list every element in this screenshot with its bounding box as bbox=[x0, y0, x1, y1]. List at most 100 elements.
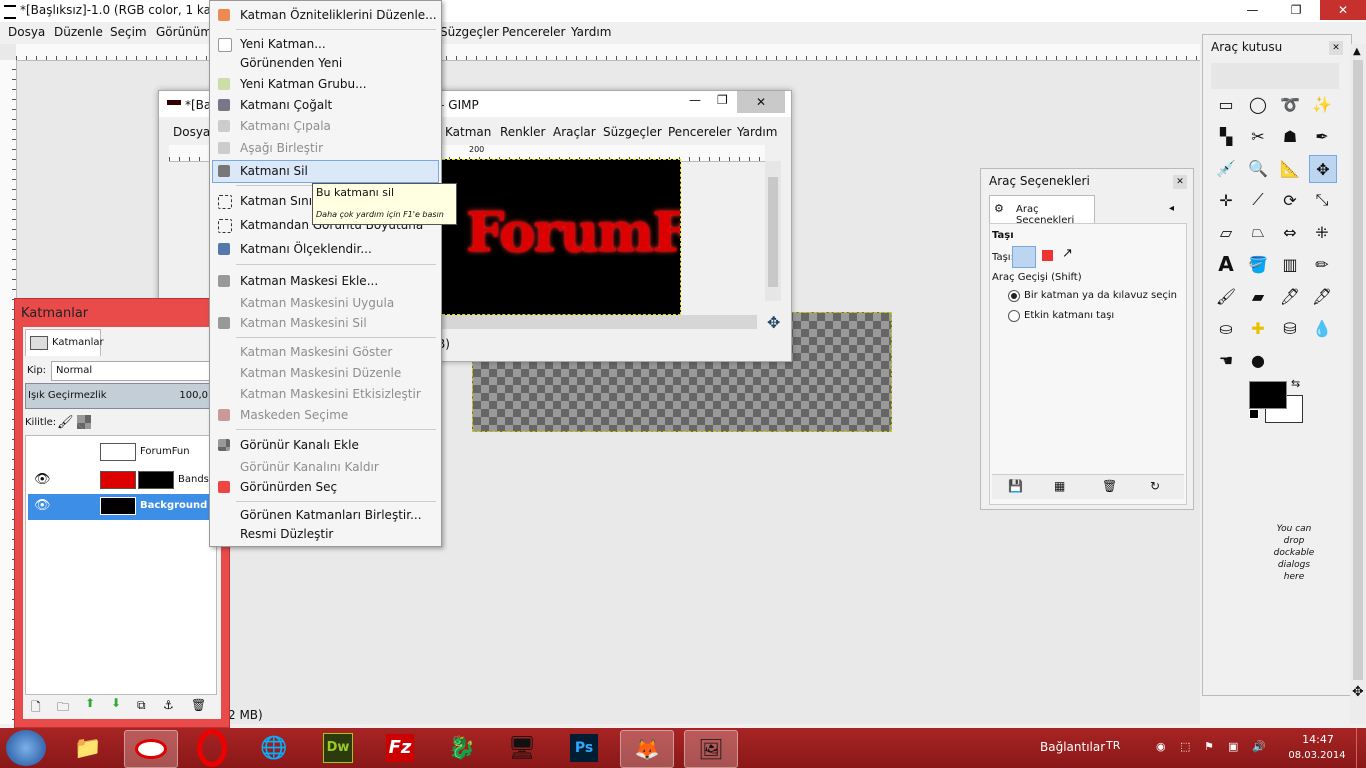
win2-maximize-button[interactable]: ❐ bbox=[717, 93, 728, 107]
tool-options-tab[interactable]: ⚙ Araç Seçenekleri bbox=[989, 195, 1095, 226]
tray-network-icon[interactable]: ▣ bbox=[1228, 740, 1238, 753]
win2-horizontal-scrollbar[interactable] bbox=[437, 315, 757, 329]
new-layer-icon[interactable]: 🗋 bbox=[31, 698, 41, 719]
swap-colors-icon[interactable]: ⇆ bbox=[1291, 377, 1300, 390]
lock-alpha-icon[interactable] bbox=[77, 415, 91, 429]
toolbox-close-icon[interactable]: ✕ bbox=[1329, 41, 1343, 55]
visibility-eye-icon[interactable]: 👁 bbox=[34, 472, 51, 487]
color-select-icon[interactable]: ▚ bbox=[1213, 123, 1239, 149]
menu-item-delete-layer[interactable]: Katmanı Sil bbox=[240, 164, 308, 178]
win2-menu-pencereler[interactable]: Pencereler bbox=[668, 125, 731, 139]
win2-close-button[interactable]: ✕ bbox=[737, 91, 785, 113]
anchor-icon[interactable]: ⚓ bbox=[163, 698, 174, 712]
move-path-button[interactable]: ↗ bbox=[1062, 246, 1073, 261]
win2-menu-dosya[interactable]: Dosya bbox=[173, 125, 210, 139]
menu-item-add-alpha[interactable]: Görünür Kanalı Ekle bbox=[240, 438, 359, 452]
menu-gorunum[interactable]: Görünüm bbox=[156, 25, 212, 39]
window-menu-icon[interactable] bbox=[4, 5, 16, 19]
win2-menu-araclar[interactable]: Araçlar bbox=[553, 125, 596, 139]
ellipse-select-icon[interactable]: ◯ bbox=[1245, 91, 1271, 117]
layer-row-selected[interactable]: 👁 Background bbox=[28, 494, 218, 520]
mode-select[interactable]: Normal bbox=[51, 361, 215, 381]
rotate-icon[interactable]: ⟳ bbox=[1277, 187, 1303, 213]
clock-date[interactable]: 08.03.2014 bbox=[1284, 750, 1350, 761]
menu-item-scale-layer[interactable]: Katmanı Ölçeklendir... bbox=[240, 242, 372, 256]
menu-item-new-layer[interactable]: Yeni Katman... bbox=[240, 37, 326, 51]
dreamweaver-taskbar-icon[interactable]: Dw bbox=[312, 730, 364, 766]
smudge-icon[interactable]: ☚ bbox=[1213, 347, 1239, 373]
horizontal-ruler[interactable] bbox=[16, 44, 1200, 61]
menu-item-merge-visible[interactable]: Görünen Katmanları Birleştir... bbox=[240, 508, 422, 522]
perspective-icon[interactable]: ⏢ bbox=[1245, 219, 1271, 245]
raise-layer-icon[interactable]: ⬆ bbox=[85, 696, 95, 710]
menu-item-flatten[interactable]: Resmi Düzleştir bbox=[240, 527, 333, 541]
heal-icon[interactable]: ✚ bbox=[1245, 315, 1271, 341]
menu-item-new-from-visible[interactable]: Görünenden Yeni bbox=[240, 56, 342, 70]
win2-minimize-button[interactable]: — bbox=[689, 93, 701, 107]
close-button[interactable]: ✕ bbox=[1320, 0, 1366, 20]
image-canvas[interactable]: ForumFun bbox=[437, 159, 681, 315]
align-icon[interactable]: ✛ bbox=[1213, 187, 1239, 213]
free-select-icon[interactable]: ➰ bbox=[1277, 91, 1303, 117]
foreground-color-swatch[interactable] bbox=[1249, 381, 1287, 409]
menu-item-show-mask[interactable]: Katman Maskesini Göster bbox=[240, 345, 392, 359]
layer-row[interactable]: 👁 Bands bbox=[28, 468, 218, 494]
blur-icon[interactable]: 💧 bbox=[1309, 315, 1335, 341]
menu-item-anchor[interactable]: Katmanı Çıpala bbox=[240, 119, 331, 133]
menu-item-edit-attributes[interactable]: Katman Özniteliklerini Düzenle... bbox=[240, 8, 437, 22]
paintbrush-icon[interactable]: 🖌 bbox=[1213, 283, 1239, 309]
monitor-taskbar-icon[interactable]: 🖥 bbox=[496, 730, 548, 766]
win2-scroll-thumb[interactable] bbox=[768, 177, 778, 287]
text-tool-icon[interactable]: A bbox=[1213, 251, 1239, 277]
win2-menu-katman[interactable]: Katman bbox=[445, 125, 491, 139]
radio-pick-layer[interactable] bbox=[1008, 290, 1020, 302]
menu-item-disable-mask[interactable]: Katman Maskesini Etkisizleştir bbox=[240, 387, 421, 401]
win2-vertical-scrollbar[interactable] bbox=[765, 161, 781, 301]
menu-item-merge-down[interactable]: Aşağı Birleştir bbox=[240, 141, 323, 155]
radio-move-active[interactable] bbox=[1008, 310, 1020, 322]
app-taskbar-icon[interactable] bbox=[124, 730, 178, 768]
default-colors-icon[interactable] bbox=[1249, 409, 1259, 419]
dragon-taskbar-icon[interactable]: 🐉 bbox=[436, 730, 488, 766]
menu-item-mask-to-selection[interactable]: Maskeden Seçime bbox=[240, 408, 348, 422]
ink-icon[interactable]: 🖋 bbox=[1309, 283, 1335, 309]
airbrush-icon[interactable]: 🖊 bbox=[1277, 283, 1303, 309]
scroll-thumb[interactable] bbox=[1353, 60, 1363, 680]
clone-icon[interactable]: ⛀ bbox=[1213, 315, 1239, 341]
tray-flag-icon[interactable]: ⚑ bbox=[1204, 740, 1214, 753]
menu-item-alpha-to-selection[interactable]: Görünürden Seç bbox=[240, 480, 337, 494]
language-indicator[interactable]: TR bbox=[1106, 739, 1120, 752]
menu-secim[interactable]: Seçim bbox=[110, 25, 147, 39]
explorer-taskbar-icon[interactable]: 📁 bbox=[62, 730, 114, 766]
rect-select-icon[interactable]: ▭ bbox=[1213, 91, 1239, 117]
gimp-taskbar-icon[interactable]: 🦊 bbox=[620, 730, 674, 768]
measure-icon[interactable]: 📐 bbox=[1277, 155, 1303, 181]
scroll-up-icon[interactable]: ▲ bbox=[1353, 46, 1361, 57]
minimize-button[interactable]: — bbox=[1232, 0, 1272, 20]
menu-item-duplicate[interactable]: Katmanı Çoğalt bbox=[240, 98, 332, 112]
fuzzy-select-icon[interactable]: ✨ bbox=[1309, 91, 1335, 117]
scale-icon[interactable]: ⤡ bbox=[1309, 187, 1335, 213]
zoom-icon[interactable]: 🔍 bbox=[1245, 155, 1271, 181]
cage-icon[interactable]: ⁜ bbox=[1309, 219, 1335, 245]
win2-menu-renkler[interactable]: Renkler bbox=[500, 125, 545, 139]
gimp-image-taskbar-icon[interactable]: 🖼 bbox=[684, 730, 738, 768]
menu-dosya[interactable]: Dosya bbox=[8, 25, 45, 39]
move-selection-button[interactable] bbox=[1042, 250, 1053, 261]
visibility-eye-icon[interactable]: 👁 bbox=[34, 498, 51, 513]
tool-options-close-icon[interactable]: ✕ bbox=[1173, 175, 1187, 189]
pencil-icon[interactable]: ✏ bbox=[1309, 251, 1335, 277]
menu-item-remove-alpha[interactable]: Görünür Kanalını Kaldır bbox=[240, 460, 379, 474]
navigate-icon[interactable]: ✥ bbox=[767, 313, 780, 332]
save-preset-icon[interactable]: 💾 bbox=[1008, 479, 1023, 493]
maximize-button[interactable]: ❐ bbox=[1276, 0, 1316, 20]
foreground-select-icon[interactable]: ☗ bbox=[1277, 123, 1303, 149]
menu-yardim[interactable]: Yardım bbox=[571, 25, 611, 39]
duplicate-layer-icon[interactable]: ⧉ bbox=[137, 698, 146, 713]
paths-icon[interactable]: ✒ bbox=[1309, 123, 1335, 149]
menu-item-edit-mask[interactable]: Katman Maskesini Düzenle bbox=[240, 366, 401, 380]
perspective-clone-icon[interactable]: ⛁ bbox=[1277, 315, 1303, 341]
reset-icon[interactable]: ↻ bbox=[1150, 479, 1160, 493]
delete-preset-icon[interactable]: 🗑 bbox=[1102, 479, 1117, 493]
blend-icon[interactable]: ▥ bbox=[1277, 251, 1303, 277]
